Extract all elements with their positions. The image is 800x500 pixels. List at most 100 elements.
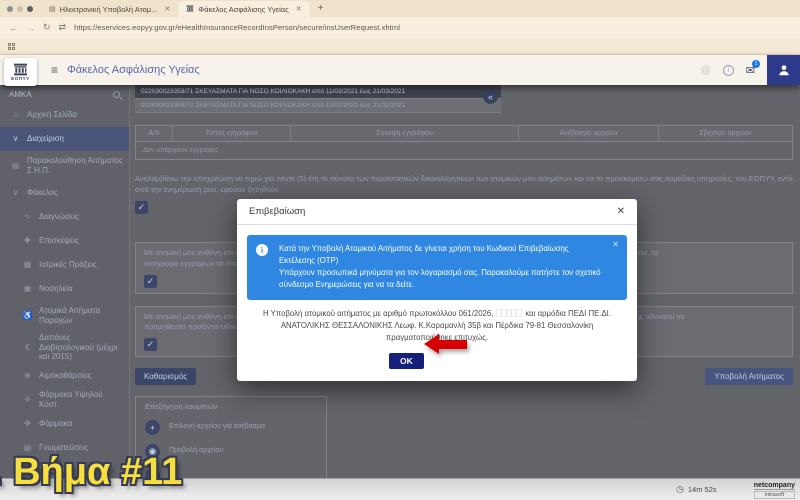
home-icon: ⌂ <box>10 110 21 120</box>
sidebar-item-dialysis[interactable]: ⊕Αιμοκαθάρσεις <box>0 364 129 388</box>
browser-url-bar: ← → ↻ ⇄ https://eservices.eopyy.gov.gr/e… <box>0 17 800 38</box>
window-controls[interactable] <box>7 6 33 12</box>
apps-grid-icon[interactable] <box>8 43 15 50</box>
dialog-header: Επιβεβαίωση ✕ <box>237 199 637 225</box>
alert-line-1: Κατά την Υποβολή Ατομικού Αιτήματος δε γ… <box>279 243 601 267</box>
contact-icon[interactable]: @ <box>701 65 711 76</box>
col-delete-file: Σβήσιμο αρχείου <box>658 126 792 141</box>
screen: ▤ Ηλεκτρονική Υποβολή Ατομ... ✕ Φάκελος … <box>0 0 800 500</box>
sidebar-item-personal-benefit-requests[interactable]: ♿Ατομικά Αιτήματα Παροχών <box>0 301 129 331</box>
check-icon: ✓ <box>147 339 155 350</box>
check-icon: ✓ <box>147 276 155 287</box>
vendor-name: netcompany <box>754 482 795 490</box>
euro-icon: € <box>22 343 33 353</box>
wheelchair-icon: ♿ <box>22 311 33 321</box>
grid-icon: ▦ <box>22 260 33 270</box>
alert-line-2: Υπάρχουν προσωπικά μηνύματα για τον λογα… <box>279 267 601 291</box>
browser-tab-bar: ▤ Ηλεκτρονική Υποβολή Ατομ... ✕ Φάκελος … <box>0 0 800 17</box>
forward-icon[interactable]: → <box>26 23 35 33</box>
tab1-close-icon[interactable]: ✕ <box>164 5 170 13</box>
user-account-button[interactable] <box>767 55 800 85</box>
redacted-protocol-number <box>496 309 522 317</box>
sidebar-item-drugs[interactable]: ✜Φάρμακα <box>0 412 129 436</box>
sidebar-item-high-cost-drugs[interactable]: ✛Φάρμακα Υψηλού Κόστ. <box>0 388 129 412</box>
chevron-down-icon: ∨ <box>10 134 21 144</box>
amka-search[interactable]: ΑΜΚΑ <box>0 85 129 103</box>
declaration-checkbox-3[interactable]: ✓ <box>144 338 157 351</box>
info-alert: i ✕ Κατά την Υποβολή Ατομικού Αιτήματος … <box>247 235 627 300</box>
info-circle-icon: i <box>256 244 268 256</box>
request-row-selected[interactable]: 022030023359/71 ΣΚΕΥΑΣΜΑΤΑ ΓΙΑ ΝΟΣΟ ΚΟΙΛ… <box>135 85 501 99</box>
sidebar-item-request-tracking[interactable]: ▤Παρακολούθηση Αιτήματος Σ.Η.Π. <box>0 151 129 181</box>
session-timer: ◷ 14m 52s <box>676 484 717 495</box>
declaration-checkbox-1[interactable]: ✓ <box>135 201 148 214</box>
messages-icon[interactable]: ✉1 <box>746 64 755 77</box>
info-icon[interactable]: i <box>723 65 734 76</box>
request-row[interactable]: 022030023359/70 ΣΚΕΥΑΣΜΑΤΑ ΓΙΑ ΝΟΣΟ ΚΟΙΛ… <box>135 99 501 113</box>
sidebar-item-hospitalization[interactable]: ▣Νοσηλεία <box>0 277 129 301</box>
browser-tab-2[interactable]: Φάκελος Ασφάλισης Υγείας ✕ <box>178 1 309 17</box>
chevron-down-icon: ∨ <box>10 188 21 198</box>
site-permissions-icon[interactable]: ⇄ <box>59 22 67 33</box>
sidebar-item-visits[interactable]: ✚Επισκέψεις <box>0 229 129 253</box>
reload-icon[interactable]: ↻ <box>43 22 51 33</box>
window-close-icon[interactable] <box>7 6 13 12</box>
collapse-panel-button[interactable]: « <box>483 89 498 104</box>
col-doc-type: Τύπος εγγράφου <box>172 126 290 141</box>
waveform-icon: ∿ <box>22 212 33 222</box>
double-chevron-left-icon: « <box>488 92 493 102</box>
bookmarks-bar <box>0 38 800 55</box>
vendor-logo: netcompany intrasoft <box>754 482 795 499</box>
check-icon: ✓ <box>138 202 146 213</box>
sidebar: ΑΜΚΑ ⌂Αρχική Σελίδα ∨Διαχείριση ▤Παρακολ… <box>0 85 130 478</box>
sidebar-item-diabetic-expenses[interactable]: €Δαπάνες Διαβητολογικού (μέχρι και 2015) <box>0 331 129 364</box>
clear-button[interactable]: Καθαρισμός <box>135 368 196 385</box>
legend-item-upload-select: + Επιλογή αρχείου γιά ανέβασμα <box>145 420 317 435</box>
sidebar-item-folder[interactable]: ∨Φάκελος <box>0 181 129 205</box>
col-aa: Α/Α <box>136 126 172 141</box>
logo-text: ΕΟΠΥΥ <box>11 76 30 81</box>
vendor-subname: intrasoft <box>754 491 795 499</box>
plus-icon: + <box>145 420 160 435</box>
col-doc-summary: Σύνοψη εγγράφου <box>290 126 518 141</box>
dialog-title: Επιβεβαίωση <box>249 206 305 217</box>
sidebar-item-management[interactable]: ∨Διαχείριση <box>0 127 129 151</box>
messages-badge: 1 <box>752 60 760 68</box>
document-icon: ▤ <box>10 161 21 171</box>
person-icon <box>777 63 791 77</box>
dialog-close-icon[interactable]: ✕ <box>617 206 625 217</box>
declaration-checkbox-2[interactable]: ✓ <box>144 275 157 288</box>
pharmacy-cross-icon: ✛ <box>22 395 33 405</box>
tab1-title: Ηλεκτρονική Υποβολή Ατομ... <box>60 5 158 14</box>
window-minimize-icon[interactable] <box>17 6 23 12</box>
sidebar-item-medical-acts[interactable]: ▦Ιατρικές Πράξεις <box>0 253 129 277</box>
page-title: Φάκελος Ασφάλισης Υγείας <box>67 64 200 76</box>
bed-icon: ▣ <box>22 284 33 294</box>
annotation-arrow-left-icon <box>424 334 467 354</box>
tab2-favicon-temple-icon <box>186 5 194 14</box>
legend-title: Επεξήγηση κουμπιών <box>145 402 317 411</box>
hamburger-menu-icon[interactable]: ≡ <box>51 63 58 77</box>
timer-value: 14m 52s <box>688 485 717 494</box>
window-maximize-icon[interactable] <box>27 6 33 12</box>
temple-icon <box>11 63 30 76</box>
sidebar-item-diagnoses[interactable]: ∿Διαγνώσεις <box>0 205 129 229</box>
header-actions: @ i ✉1 <box>701 55 800 85</box>
url-text[interactable]: https://eservices.eopyy.gov.gr/eHealthIn… <box>74 23 400 32</box>
cross-icon: ✚ <box>22 236 33 246</box>
col-upload-file: Ανέβασμα αρχείου <box>518 126 658 141</box>
submit-request-button[interactable]: Υποβολή Αιτήματος <box>705 368 793 385</box>
attachments-table: Α/Α Τύπος εγγράφου Σύνοψη εγγράφου Ανέβα… <box>135 125 793 160</box>
alert-close-icon[interactable]: ✕ <box>612 240 619 249</box>
step-annotation: . Βήμα #11 <box>0 451 182 494</box>
eopyy-logo: ΕΟΠΥΥ <box>4 58 37 86</box>
browser-tab-1[interactable]: ▤ Ηλεκτρονική Υποβολή Ατομ... ✕ <box>41 1 178 17</box>
medicine-icon: ✜ <box>22 419 33 429</box>
ok-button[interactable]: OK <box>389 353 424 369</box>
new-tab-icon[interactable]: + <box>318 3 324 14</box>
back-icon[interactable]: ← <box>9 23 18 33</box>
table-empty-message: Δεν υπάρχουν εγγραφές <box>136 142 792 159</box>
search-icon[interactable] <box>113 91 120 98</box>
sidebar-item-home[interactable]: ⌂Αρχική Σελίδα <box>0 103 129 127</box>
tab2-close-icon[interactable]: ✕ <box>296 5 302 13</box>
